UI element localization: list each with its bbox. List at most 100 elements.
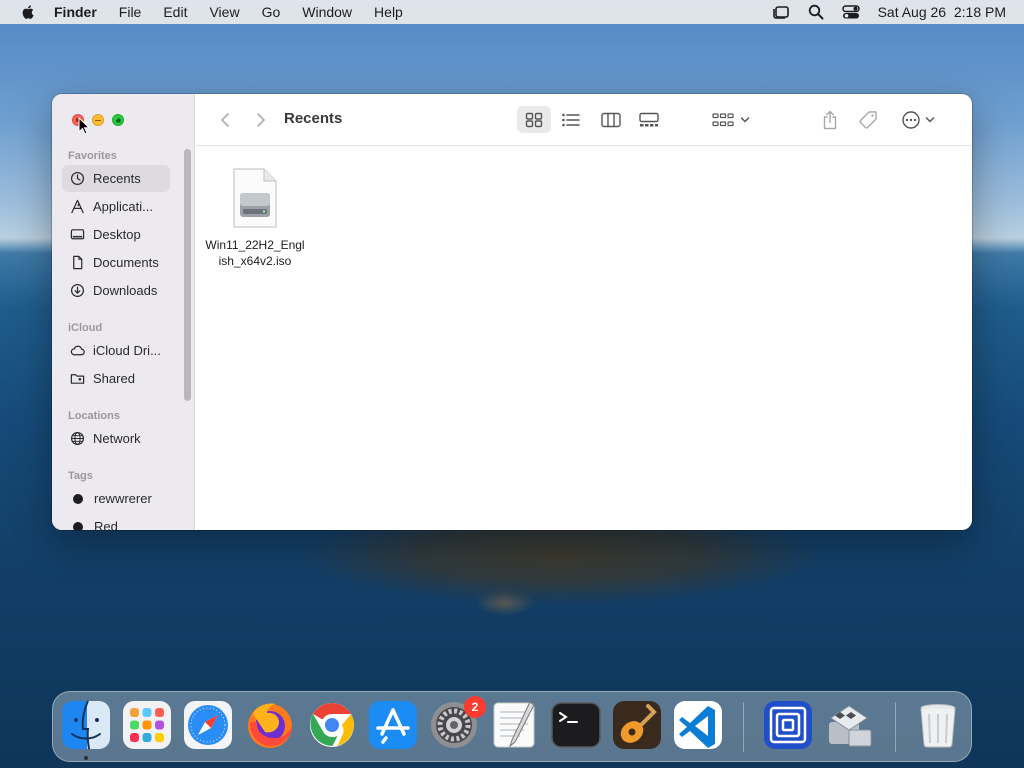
columns-icon	[601, 112, 621, 128]
file-name-line-2: ish_x64v2.iso	[218, 254, 292, 268]
chevron-down-icon	[925, 117, 935, 123]
dock-parallels-icon[interactable]	[763, 700, 813, 750]
dock-firefox-icon[interactable]	[245, 700, 295, 750]
gallery-view-button[interactable]	[638, 110, 660, 130]
file-name-line-1: Win11_22H2_Engl	[205, 238, 305, 252]
settings-notification-badge: 2	[464, 696, 486, 718]
sidebar-item-label: Desktop	[93, 227, 141, 242]
shared-folder-icon	[70, 374, 85, 384]
sidebar-item-label: Network	[93, 431, 141, 446]
file-item[interactable]: Win11_22H2_Engl ish_x64v2.iso	[202, 167, 308, 269]
menu-window[interactable]: Window	[302, 4, 352, 20]
menu-go[interactable]: Go	[262, 4, 281, 20]
sidebar-scrollbar[interactable]	[184, 149, 191, 401]
control-center-icon[interactable]	[841, 4, 860, 20]
sidebar-item-recents[interactable]: Recents	[62, 165, 170, 192]
column-view-button[interactable]	[600, 110, 622, 130]
disk-image-icon	[233, 168, 277, 228]
document-icon	[73, 255, 83, 270]
dock-vscode-icon[interactable]	[673, 700, 723, 750]
dock-launchpad-icon[interactable]	[122, 700, 172, 750]
menu-app-finder[interactable]: Finder	[54, 4, 97, 20]
applications-icon	[71, 199, 84, 214]
menu-view[interactable]: View	[209, 4, 239, 20]
finder-window: Favorites Recents Applicati... Desktop D…	[52, 94, 972, 530]
dock-terminal-icon[interactable]	[551, 700, 601, 750]
menu-edit[interactable]: Edit	[163, 4, 187, 20]
sidebar-item-label: iCloud Dri...	[93, 343, 161, 358]
dock-safari-icon[interactable]	[183, 700, 233, 750]
apple-menu-icon[interactable]	[18, 4, 40, 20]
dock-separator	[743, 702, 744, 752]
sidebar-item-label: Recents	[93, 171, 141, 186]
minimize-window-button[interactable]	[92, 114, 104, 126]
sidebar: Favorites Recents Applicati... Desktop D…	[52, 94, 195, 530]
menu-bar: Finder File Edit View Go Window Help Sat…	[0, 0, 1024, 24]
tag-color-dot	[73, 521, 83, 530]
tag-button[interactable]	[858, 110, 880, 130]
dock-finder-icon[interactable]	[61, 700, 111, 750]
sidebar-item-icloud-drive[interactable]: iCloud Dri...	[62, 337, 170, 364]
sidebar-item-label: rewwrerer	[94, 491, 152, 506]
sidebar-item-label: Downloads	[93, 283, 158, 298]
sidebar-item-applications[interactable]: Applicati...	[62, 193, 170, 220]
dock-trash-icon[interactable]	[913, 700, 963, 750]
window-title: Recents	[284, 110, 343, 127]
chevron-down-icon	[740, 117, 750, 123]
dock-textedit-icon[interactable]	[490, 700, 540, 750]
group-by-button[interactable]	[711, 110, 751, 130]
zoom-window-button[interactable]	[112, 114, 124, 126]
download-icon	[70, 283, 85, 298]
dock-separator	[895, 702, 896, 752]
sidebar-header-locations: Locations	[68, 410, 120, 422]
sidebar-item-downloads[interactable]: Downloads	[62, 277, 170, 304]
icon-grid-icon	[525, 112, 543, 128]
desktop-icon	[70, 229, 85, 240]
status-area: Sat Aug 26 2:18 PM	[772, 0, 1006, 24]
forward-button[interactable]	[252, 110, 270, 130]
menubar-clock[interactable]: Sat Aug 26 2:18 PM	[878, 4, 1006, 20]
dock-app-store-icon[interactable]	[368, 700, 418, 750]
share-icon	[823, 110, 837, 130]
sidebar-item-label: Red	[94, 519, 118, 530]
icon-view-button[interactable]	[524, 110, 544, 130]
sidebar-header-icloud: iCloud	[68, 322, 103, 334]
mouse-cursor-icon	[78, 117, 90, 135]
spotlight-search-icon[interactable]	[808, 4, 824, 20]
sidebar-item-network[interactable]: Network	[62, 425, 170, 452]
dock-boot-camp-icon[interactable]	[825, 700, 875, 750]
menu-help[interactable]: Help	[374, 4, 403, 20]
more-actions-button[interactable]	[898, 110, 938, 130]
group-icon	[712, 113, 734, 127]
chevron-right-icon	[257, 113, 265, 127]
menu-file[interactable]: File	[119, 4, 142, 20]
gallery-icon	[639, 112, 659, 127]
sidebar-item-documents[interactable]: Documents	[62, 249, 170, 276]
share-button[interactable]	[820, 110, 840, 130]
tag-color-dot	[73, 493, 83, 504]
dock-garageband-icon[interactable]	[612, 700, 662, 750]
sidebar-item-desktop[interactable]: Desktop	[62, 221, 170, 248]
ellipsis-circle-icon	[902, 111, 920, 129]
list-icon	[562, 113, 580, 127]
sidebar-tag-rewwrerer[interactable]: rewwrerer	[62, 485, 170, 512]
dock: 2	[52, 691, 972, 762]
cloud-icon	[70, 345, 85, 356]
clock-icon	[70, 171, 85, 186]
sidebar-item-label: Shared	[93, 371, 135, 386]
toolbar: Recents	[196, 94, 972, 146]
sidebar-item-label: Applicati...	[93, 199, 153, 214]
file-browser-content: Win11_22H2_Engl ish_x64v2.iso	[196, 147, 972, 530]
dock-chrome-icon[interactable]	[307, 700, 357, 750]
finder-running-indicator	[84, 756, 88, 760]
back-button[interactable]	[216, 110, 234, 130]
chevron-left-icon	[221, 113, 229, 127]
sidebar-header-favorites: Favorites	[68, 150, 117, 162]
globe-icon	[70, 431, 85, 446]
sidebar-item-shared[interactable]: Shared	[62, 365, 170, 392]
sidebar-header-tags: Tags	[68, 470, 93, 482]
tag-icon	[859, 111, 877, 129]
stage-manager-icon[interactable]	[772, 4, 790, 20]
sidebar-tag-red[interactable]: Red	[62, 513, 170, 530]
list-view-button[interactable]	[560, 110, 582, 130]
